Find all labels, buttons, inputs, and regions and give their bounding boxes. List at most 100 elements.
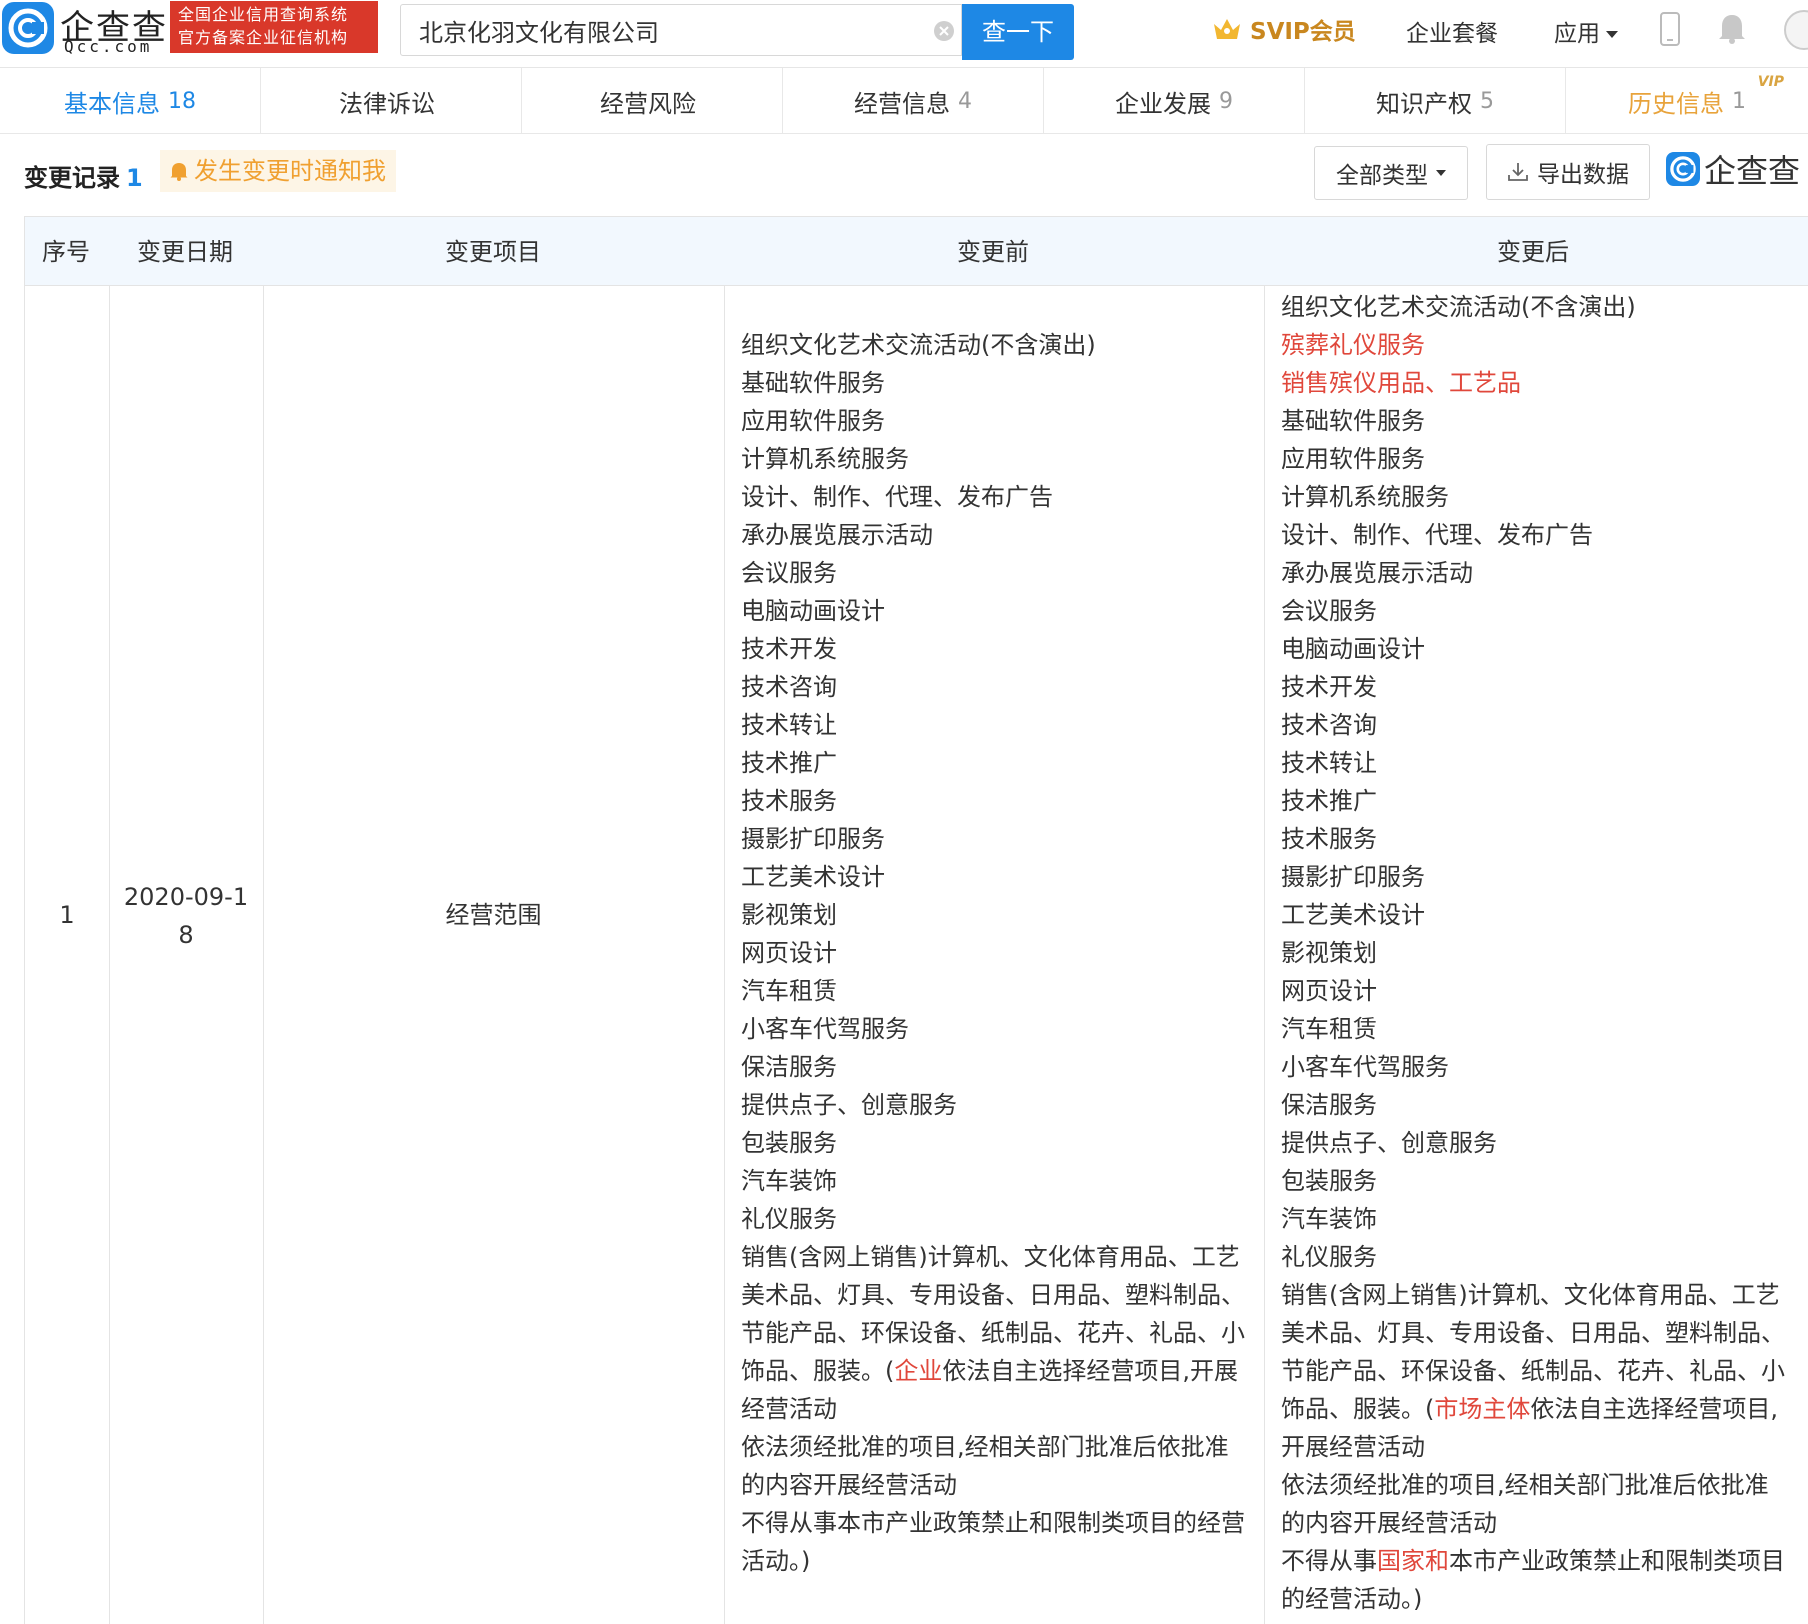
text-segment: 组织文化艺术交流活动(不含演出)	[741, 331, 1096, 359]
tab-ip[interactable]: 知识产权 5	[1305, 68, 1566, 134]
enterprise-package-link[interactable]: 企业套餐	[1406, 14, 1498, 48]
tab-risk[interactable]: 经营风险	[522, 68, 783, 134]
table-header: 序号 变更日期 变更项目 变更前 变更后	[25, 216, 1808, 286]
date-line: 2020-09-1	[123, 883, 249, 911]
list-item: 网页设计	[1281, 972, 1785, 1010]
text-segment: 小客车代驾服务	[741, 1015, 909, 1043]
text-segment: 计算机系统服务	[1281, 483, 1449, 511]
text-segment: 活动。)	[741, 1547, 811, 1575]
list-item: 基础软件服务	[741, 364, 1245, 402]
changed-text: 企业	[894, 1357, 943, 1385]
text-segment: 基础软件服务	[741, 369, 885, 397]
svip-label: SVIP会员	[1250, 19, 1356, 45]
text-segment: 工艺美术设计	[741, 863, 885, 891]
header-item: 变更项目	[445, 238, 541, 266]
list-item: 组织文化艺术交流活动(不含演出)	[741, 326, 1245, 364]
list-item: 美术品、灯具、专用设备、日用品、塑料制品、	[741, 1276, 1245, 1314]
tab-label: 法律诉讼	[339, 89, 435, 118]
text-segment: 计算机系统服务	[741, 445, 909, 473]
list-item: 的内容开展经营活动	[1281, 1504, 1785, 1542]
list-item: 会议服务	[1281, 592, 1785, 630]
text-segment: 电脑动画设计	[741, 597, 885, 625]
qcc-logo-icon[interactable]	[2, 2, 54, 54]
text-segment: 承办展览展示活动	[741, 521, 933, 549]
qcc-logo-icon	[1666, 152, 1700, 186]
bell-icon[interactable]	[1718, 12, 1746, 44]
before-content: 组织文化艺术交流活动(不含演出) 基础软件服务 应用软件服务 计算机系统服务 设计、制作…	[741, 326, 1245, 1580]
svip-member-link[interactable]: SVIP会员	[1212, 12, 1356, 46]
text-segment: 技术咨询	[1281, 711, 1377, 739]
list-item: 技术开发	[1281, 668, 1785, 706]
list-item: 技术开发	[741, 630, 1245, 668]
text-segment: 销售(含网上销售)计算机、文化体育用品、工艺	[741, 1243, 1240, 1271]
list-item: 小客车代驾服务	[741, 1010, 1245, 1048]
search-button[interactable]: 查一下	[962, 4, 1074, 60]
type-filter-dropdown[interactable]: 全部类型	[1314, 146, 1468, 200]
text-segment: 汽车租赁	[741, 977, 837, 1005]
avatar[interactable]	[1784, 10, 1808, 50]
list-item: 保洁服务	[1281, 1086, 1785, 1124]
list-item: 礼仪服务	[1281, 1238, 1785, 1276]
list-item: 技术咨询	[741, 668, 1245, 706]
text-segment: 电脑动画设计	[1281, 635, 1425, 663]
text-segment: 销售(含网上销售)计算机、文化体育用品、工艺	[1281, 1281, 1780, 1309]
list-item: 承办展览展示活动	[1281, 554, 1785, 592]
header-date: 变更日期	[137, 238, 233, 266]
text-segment: 组织文化艺术交流活动(不含演出)	[1281, 293, 1636, 321]
list-item: 包装服务	[741, 1124, 1245, 1162]
text-segment: 经营活动	[741, 1395, 837, 1423]
list-item: 摄影扩印服务	[1281, 858, 1785, 896]
chevron-down-icon	[1436, 170, 1446, 176]
tab-legal[interactable]: 法律诉讼	[261, 68, 522, 134]
list-item: 的内容开展经营活动	[741, 1466, 1245, 1504]
top-header: 企查查 Qcc.com 全国企业信用查询系统 官方备案企业征信机构 查一下 SV…	[0, 0, 1808, 68]
tab-basic-info[interactable]: 基本信息 18	[0, 68, 261, 134]
tab-development[interactable]: 企业发展 9	[1044, 68, 1305, 134]
date-line: 8	[178, 921, 194, 949]
tab-operation[interactable]: 经营信息 4	[783, 68, 1044, 134]
text-segment: 节能产品、环保设备、纸制品、花卉、礼品、小	[741, 1319, 1245, 1347]
text-segment: 影视策划	[741, 901, 837, 929]
list-item: 礼仪服务	[741, 1200, 1245, 1238]
text-segment: 技术开发	[741, 635, 837, 663]
list-item: 包装服务	[1281, 1162, 1785, 1200]
text-segment: 包装服务	[1281, 1167, 1377, 1195]
type-filter-label: 全部类型	[1336, 163, 1428, 189]
chevron-down-icon	[1606, 31, 1618, 38]
company-tabs: 基本信息 18 法律诉讼 经营风险 经营信息 4 企业发展 9 知识产权 5 历史信息 1…	[0, 68, 1808, 134]
text-segment: 摄影扩印服务	[1281, 863, 1425, 891]
list-item: 摄影扩印服务	[741, 820, 1245, 858]
section-title-text: 变更记录	[24, 164, 120, 192]
list-item: 美术品、灯具、专用设备、日用品、塑料制品、	[1281, 1314, 1785, 1352]
qcc-watermark: 企查查	[1666, 146, 1800, 192]
after-content: 组织文化艺术交流活动(不含演出) 殡葬礼仪服务 销售殡仪用品、工艺品 基础软件服务 应用…	[1281, 288, 1785, 1618]
list-item: 设计、制作、代理、发布广告	[741, 478, 1245, 516]
text-segment: 汽车租赁	[1281, 1015, 1377, 1043]
list-item: 设计、制作、代理、发布广告	[1281, 516, 1785, 554]
list-item: 销售(含网上销售)计算机、文化体育用品、工艺	[741, 1238, 1245, 1276]
text-segment: 技术服务	[741, 787, 837, 815]
list-item: 电脑动画设计	[1281, 630, 1785, 668]
text-segment: 提供点子、创意服务	[741, 1091, 957, 1119]
text-segment: 承办展览展示活动	[1281, 559, 1473, 587]
apps-menu[interactable]: 应用	[1554, 14, 1618, 48]
tab-count: 4	[958, 88, 972, 114]
list-item: 计算机系统服务	[741, 440, 1245, 478]
notify-on-change-button[interactable]: 发生变更时通知我	[160, 150, 396, 192]
row-date: 2020-09-1 8	[109, 878, 263, 954]
search-input[interactable]	[419, 5, 899, 55]
list-item: 的经营活动。)	[1281, 1580, 1785, 1618]
mobile-phone-icon[interactable]	[1660, 12, 1680, 46]
export-data-button[interactable]: 导出数据	[1486, 144, 1650, 200]
text-segment: 设计、制作、代理、发布广告	[1281, 521, 1593, 549]
text-segment: 网页设计	[741, 939, 837, 967]
tab-history[interactable]: 历史信息 1 VIP	[1566, 68, 1808, 134]
list-item: 技术推广	[741, 744, 1245, 782]
search-box	[400, 4, 962, 56]
clear-search-icon[interactable]	[933, 20, 955, 42]
list-item: 饰品、服装。(企业依法自主选择经营项目,开展	[741, 1352, 1245, 1390]
export-label: 导出数据	[1537, 162, 1629, 188]
text-segment: 不得从事	[1281, 1547, 1377, 1575]
text-segment: 技术转让	[741, 711, 837, 739]
text-segment: 开展经营活动	[1281, 1433, 1425, 1461]
